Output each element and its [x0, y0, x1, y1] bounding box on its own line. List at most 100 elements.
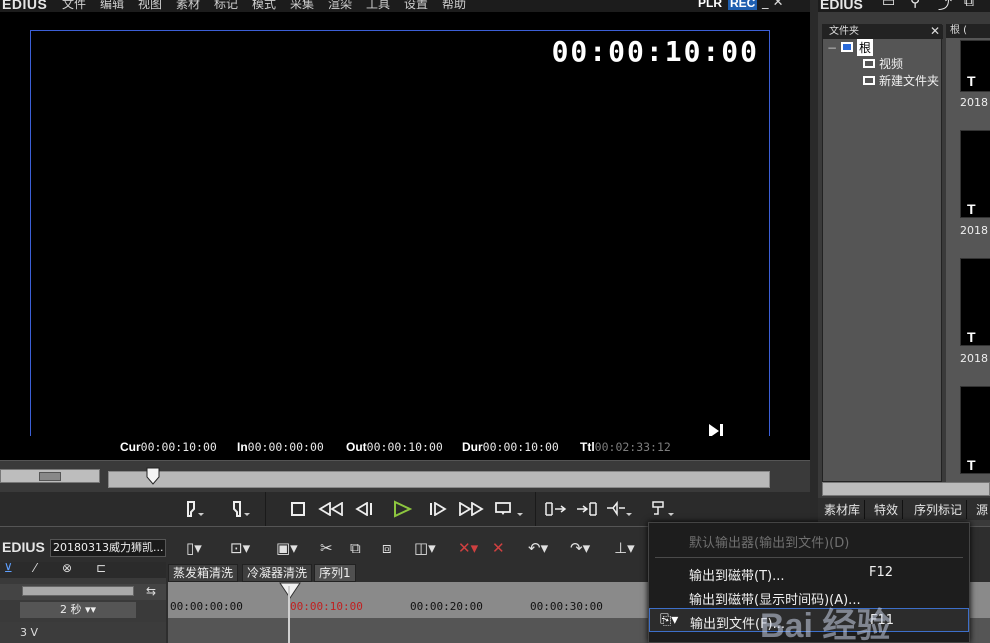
open-project-icon[interactable]: ⊡▾ [230, 539, 250, 557]
delete-icon[interactable]: ✕▾ [458, 539, 478, 557]
paste-icon[interactable]: ⧈ [382, 539, 392, 557]
bin-horizontal-scrollbar[interactable] [822, 482, 990, 496]
rewind-icon[interactable] [318, 498, 344, 520]
overwrite-to-timeline-icon[interactable] [574, 498, 600, 520]
menu-edit[interactable]: 编辑 [100, 0, 124, 12]
stop-icon[interactable] [286, 498, 310, 520]
tab-bin[interactable]: 素材库 [820, 500, 866, 519]
project-name-field[interactable]: 20180313威力狮凯... [50, 539, 166, 557]
snap-icon[interactable]: ⊏ [96, 561, 106, 575]
bin-search-icon[interactable]: ⚲ [910, 0, 920, 10]
transport-bar [0, 492, 810, 526]
step-forward-icon[interactable] [426, 498, 450, 520]
close-icon[interactable]: ✕ [930, 24, 940, 38]
menu-capture[interactable]: 采集 [290, 0, 314, 12]
swap-icon[interactable]: ⇆ [146, 584, 156, 598]
tree-item-new-folder[interactable]: 新建文件夹 [879, 72, 939, 89]
set-out-icon[interactable] [226, 498, 254, 520]
clip-thumbnail[interactable]: T [960, 258, 990, 346]
bin-tab-bar: 素材库 特效 序列标记 源 [818, 498, 990, 520]
paste-insert-icon[interactable]: ◫▾ [414, 539, 436, 557]
watermark: Bai 经验 [760, 607, 891, 643]
bin-up-icon[interactable]: ⤴ [938, 0, 952, 14]
bin-folder-icon[interactable]: ▭ [882, 0, 895, 10]
fast-forward-icon[interactable] [458, 498, 484, 520]
redo-icon[interactable]: ↷▾ [570, 539, 590, 557]
menu-file[interactable]: 文件 [62, 0, 86, 12]
track-header-3v[interactable]: 3 V [0, 622, 166, 643]
set-in-icon[interactable] [180, 498, 208, 520]
menu-clip[interactable]: 素材 [176, 0, 200, 12]
clips-pane: 根 ( T 2018 T 2018 T 2018 T 2018 [946, 24, 990, 493]
clip-thumbnail[interactable]: T [960, 386, 990, 474]
menu-item-default-exporter[interactable]: 默认输出器(输出到文件)(D) [649, 528, 969, 552]
ruler-tick: 00:00:30:00 [530, 600, 603, 613]
scale-row: ⇆ [0, 584, 166, 600]
replace-clip-icon[interactable] [604, 498, 634, 520]
playhead-line [288, 586, 290, 643]
menu-view[interactable]: 视图 [138, 0, 162, 12]
insert-to-timeline-icon[interactable] [542, 498, 568, 520]
menu-marker[interactable]: 标记 [214, 0, 238, 12]
clip-thumbnail[interactable]: T [960, 130, 990, 218]
zoom-slider[interactable] [22, 586, 134, 596]
add-cut-icon[interactable]: ⊥▾ [614, 539, 635, 557]
app-brand: EDIUS [2, 0, 48, 12]
scrub-area [0, 460, 810, 492]
sync-icon[interactable]: ⊗ [62, 561, 72, 575]
position-thumb-icon[interactable] [146, 467, 160, 485]
clip-date: 2018 [960, 352, 988, 365]
export-icon[interactable] [648, 498, 678, 520]
bin-new-icon[interactable]: ⧉ [964, 0, 974, 10]
tab-effects[interactable]: 特效 [870, 500, 904, 519]
in-readout: In00:00:00:00 [237, 440, 324, 454]
position-bar[interactable] [108, 471, 770, 488]
tab-source[interactable]: 源 [972, 500, 990, 519]
plr-button[interactable]: PLR [698, 0, 722, 10]
player-window: 00:00:10:00 [0, 12, 810, 460]
play-icon[interactable] [390, 498, 414, 520]
new-file-icon[interactable]: ▯▾ [186, 539, 202, 557]
menu-bar: EDIUS 文件 编辑 视图 素材 标记 模式 采集 渲染 工具 设置 帮助 P… [0, 0, 810, 12]
tab-sequence-markers[interactable]: 序列标记 [910, 500, 968, 519]
menu-render[interactable]: 渲染 [328, 0, 352, 12]
tab-sequence-1[interactable]: 序列1 [314, 564, 356, 582]
track-header-panel: ⊻ ⁄ ⊗ ⊏ ⇆ 2 秒 ▾▾ 3 V [0, 561, 166, 643]
bin-brand: EDIUS [820, 0, 863, 12]
step-back-icon[interactable] [352, 498, 376, 520]
menu-settings[interactable]: 设置 [404, 0, 428, 12]
cut-icon[interactable]: ✂ [320, 539, 333, 557]
loop-play-icon[interactable] [492, 498, 528, 520]
rec-button[interactable]: REC [728, 0, 758, 10]
track-settings-icon[interactable]: ⊻ [4, 561, 13, 575]
menu-tools[interactable]: 工具 [366, 0, 390, 12]
tab-sequence-evaporator[interactable]: 蒸发箱清洗 [168, 564, 239, 582]
tree-collapse-icon[interactable]: − [827, 41, 837, 55]
playhead-icon[interactable] [278, 582, 302, 600]
ripple-delete-icon[interactable]: ✕ [492, 539, 505, 557]
clip-date: 2018 [960, 96, 988, 109]
ruler-tick: 00:00:20:00 [410, 600, 483, 613]
folder-icon [841, 42, 853, 52]
menu-separator [655, 557, 963, 558]
undo-icon[interactable]: ↶▾ [528, 539, 548, 557]
bin-header: EDIUS ▭ ⚲ ⤴ ⧉ [818, 0, 990, 14]
folder-tree-pane: 文件夹 ✕ − 根 视频 新建文件夹 [822, 24, 943, 482]
dur-readout: Dur00:00:10:00 [462, 440, 559, 454]
folder-icon [863, 59, 875, 68]
copy-icon[interactable]: ⧉ [350, 539, 361, 557]
menu-item-export-tape[interactable]: 输出到磁带(T)... F12 [649, 561, 969, 585]
menu-mode[interactable]: 模式 [252, 0, 276, 12]
window-controls[interactable]: _ ✕ [762, 0, 784, 10]
clips-pane-title: 根 ( [946, 24, 990, 38]
shuttle-knob[interactable] [39, 472, 61, 481]
timeline-scale-select[interactable]: 2 秒 ▾▾ [20, 602, 136, 618]
tree-item-video[interactable]: 视频 [879, 55, 903, 72]
tree-item-root[interactable]: 根 [857, 39, 874, 56]
tab-sequence-condenser[interactable]: 冷凝器清洗 [242, 564, 313, 582]
shuttle-slider[interactable] [0, 469, 100, 483]
save-icon[interactable]: ▣▾ [276, 539, 298, 557]
link-icon[interactable]: ⁄ [34, 561, 36, 575]
clip-thumbnail[interactable]: T [960, 40, 990, 92]
menu-help[interactable]: 帮助 [442, 0, 466, 12]
